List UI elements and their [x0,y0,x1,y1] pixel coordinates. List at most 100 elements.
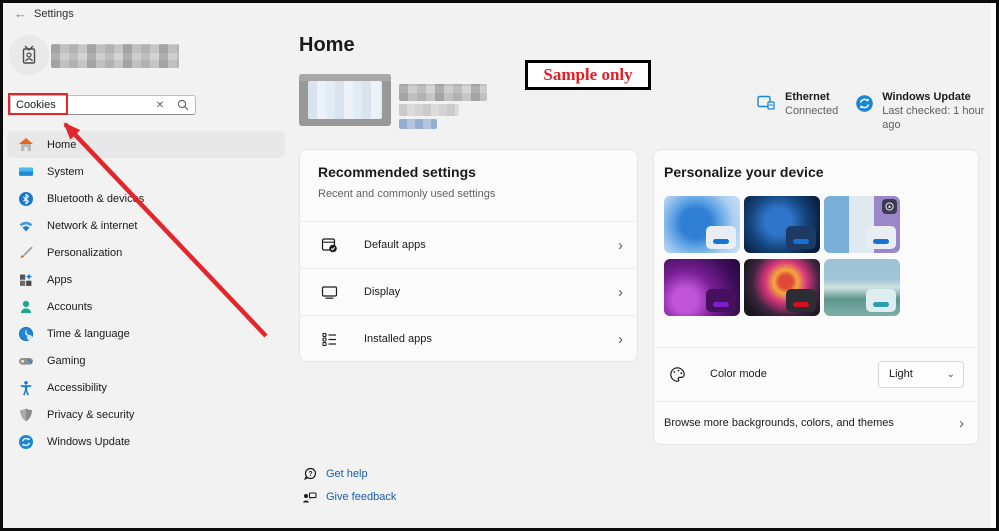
app-title: Settings [34,8,74,20]
recommended-settings-card: Recommended settings Recent and commonly… [299,149,638,362]
rename-link-blurred[interactable] [399,119,437,129]
sidebar-item-label: Accessibility [47,381,107,394]
row-label: Default apps [364,239,426,251]
shield-icon [17,406,34,423]
sidebar-item-bluetooth[interactable]: Bluetooth & devices [7,185,285,212]
theme-tile-ribbons[interactable] [744,259,820,316]
display-icon [320,283,338,301]
sidebar-item-label: Personalization [47,246,123,259]
clock-icon [17,325,34,342]
personalize-title: Personalize your device [664,164,824,180]
sidebar-item-accounts[interactable]: Accounts [7,293,285,320]
give-feedback-icon [301,489,317,505]
chevron-down-icon: ⌄ [946,368,955,380]
color-mode-icon [668,365,686,383]
sidebar-item-privacy[interactable]: Privacy & security [7,401,285,428]
row-label: Installed apps [364,333,432,345]
device-spec-blurred [399,104,459,116]
ethernet-status[interactable]: Ethernet Connected [755,91,838,118]
sidebar-item-label: Network & internet [47,219,138,232]
windows-update-title: Windows Update [882,91,971,103]
theme-tiles [664,196,904,316]
accessibility-icon [17,379,34,396]
get-help-label: Get help [326,468,368,480]
sidebar-item-label: Windows Update [47,435,131,448]
user-name-blurred [51,44,179,68]
sidebar-item-label: System [47,165,84,178]
browse-themes-row[interactable]: Browse more backgrounds, colors, and the… [654,401,978,445]
sidebar-item-label: Bluetooth & devices [47,192,145,205]
row-display[interactable]: Display › [300,268,637,315]
chevron-right-icon: › [618,283,623,301]
sidebar-item-network[interactable]: Network & internet [7,212,285,239]
sidebar-item-personalization[interactable]: Personalization [7,239,285,266]
sample-only-annotation: Sample only [525,60,651,90]
sidebar-item-label: Accounts [47,300,93,313]
color-mode-dropdown[interactable]: Light ⌄ [878,360,964,388]
windows-update-icon [854,92,874,114]
spotlight-icon [882,199,897,214]
personalize-card: Personalize your device Color mode Light… [653,149,979,445]
installed-apps-icon [320,330,338,348]
home-icon [17,136,34,153]
ethernet-title: Ethernet [785,91,830,103]
theme-tile-spotlight[interactable] [824,196,900,253]
settings-window: ← Settings Cookies ✕ Home System Bluetoo… [0,0,999,531]
default-apps-icon [320,236,338,254]
bluetooth-icon [17,190,34,207]
clear-search-icon[interactable]: ✕ [149,100,171,111]
sidebar-item-time-language[interactable]: Time & language [7,320,285,347]
color-mode-value: Light [889,368,913,380]
update-icon [17,433,34,450]
sidebar-item-accessibility[interactable]: Accessibility [7,374,285,401]
windows-update-subtitle: Last checked: 1 hour ago [882,105,985,131]
sidebar-item-apps[interactable]: Apps [7,266,285,293]
sidebar-item-label: Gaming [47,354,86,367]
accounts-icon [17,298,34,315]
ethernet-subtitle: Connected [785,105,839,117]
id-badge-icon [22,45,36,64]
chevron-right-icon: › [618,236,623,254]
give-feedback-link[interactable]: Give feedback [301,489,396,505]
theme-tile-landscape[interactable] [824,259,900,316]
theme-tile-light-bloom[interactable] [664,196,740,253]
sidebar-nav: Home System Bluetooth & devices Network … [7,131,285,455]
sample-only-label: Sample only [543,65,633,84]
ethernet-icon [755,92,777,114]
windows-update-status[interactable]: Windows Update Last checked: 1 hour ago [854,91,996,132]
sidebar-item-home[interactable]: Home [7,131,285,158]
gamepad-icon [17,352,34,369]
row-label: Display [364,286,401,298]
wifi-icon [17,217,34,234]
annotation-red-rectangle [8,93,68,115]
search-icon[interactable] [171,99,195,111]
avatar[interactable] [9,35,49,75]
get-help-link[interactable]: ? Get help [301,466,368,482]
give-feedback-label: Give feedback [326,491,397,503]
device-name-blurred [399,84,487,101]
row-default-apps[interactable]: Default apps › [300,221,637,268]
color-mode-row: Color mode Light ⌄ [654,348,978,400]
color-mode-label: Color mode [710,368,767,380]
sidebar-item-windows-update[interactable]: Windows Update [7,428,285,455]
browse-themes-label: Browse more backgrounds, colors, and the… [664,417,894,429]
theme-tile-purple-glow[interactable] [664,259,740,316]
get-help-icon: ? [301,466,317,482]
device-thumbnail [299,74,391,126]
window-edge-strip [991,3,996,528]
sidebar-item-system[interactable]: System [7,158,285,185]
apps-icon [17,271,34,288]
recommended-subtitle: Recent and commonly used settings [318,188,496,200]
recommended-title: Recommended settings [318,164,476,180]
system-icon [17,163,34,180]
theme-tile-dark-bloom[interactable] [744,196,820,253]
row-installed-apps[interactable]: Installed apps › [300,315,637,362]
brush-icon [17,244,34,261]
back-arrow-icon[interactable]: ← [14,6,27,21]
page-title: Home [299,34,355,56]
sidebar-item-gaming[interactable]: Gaming [7,347,285,374]
sidebar-item-label: Home [47,138,77,151]
chevron-right-icon: › [959,414,964,432]
sidebar-item-label: Privacy & security [47,408,135,421]
svg-text:?: ? [308,471,312,478]
